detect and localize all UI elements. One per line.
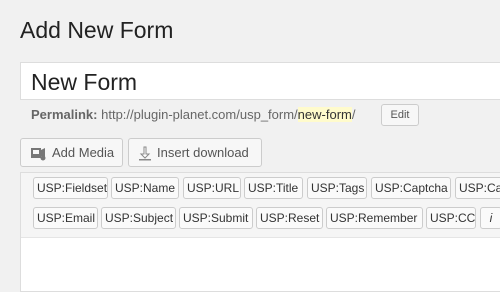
quicktag-usp-reset[interactable]: USP:Reset [256, 207, 323, 229]
quicktag-usp-cc[interactable]: USP:CC [426, 207, 476, 229]
quicktag-usp-title[interactable]: USP:Title [244, 177, 303, 199]
quicktag-usp-name[interactable]: USP:Name [111, 177, 179, 199]
permalink-url-base: http://plugin-planet.com/usp_form/ [101, 107, 298, 122]
permalink-trailing-slash: / [351, 107, 356, 122]
quicktag-usp-tags[interactable]: USP:Tags [307, 177, 367, 199]
quicktag-usp-submit[interactable]: USP:Submit [179, 207, 253, 229]
quicktags-toolbar: USP:Fieldset USP:Name USP:URL USP:Title … [21, 173, 500, 238]
add-media-icon [31, 148, 46, 161]
quicktag-usp-url[interactable]: USP:URL [183, 177, 241, 199]
editor-area[interactable]: USP:Fieldset USP:Name USP:URL USP:Title … [20, 172, 500, 292]
quicktag-usp-fieldset[interactable]: USP:Fieldset [33, 177, 108, 199]
permalink-label: Permalink: [31, 107, 98, 122]
quicktag-usp-subject[interactable]: USP:Subject [101, 207, 176, 229]
title-input-value: New Form [31, 69, 138, 95]
page-title: Add New Form [20, 17, 174, 43]
title-field[interactable]: New Form [20, 62, 500, 100]
permalink-slug[interactable]: new-form [297, 107, 352, 122]
add-media-label: Add Media [52, 145, 115, 160]
quicktag-usp-captcha[interactable]: USP:Captcha [371, 177, 451, 199]
download-icon [139, 146, 151, 161]
quicktag-italic[interactable]: i [480, 207, 500, 229]
quicktag-usp-ca[interactable]: USP:Ca [455, 177, 500, 199]
quicktag-usp-remember[interactable]: USP:Remember [326, 207, 423, 229]
insert-download-label: Insert download [157, 145, 249, 160]
insert-download-button[interactable]: Insert download [128, 138, 262, 167]
edit-permalink-button[interactable]: Edit [381, 104, 419, 126]
add-media-button[interactable]: Add Media [20, 138, 123, 167]
permalink-row: Permalink: http://plugin-planet.com/usp_… [31, 103, 355, 127]
quicktag-usp-email[interactable]: USP:Email [33, 207, 98, 229]
